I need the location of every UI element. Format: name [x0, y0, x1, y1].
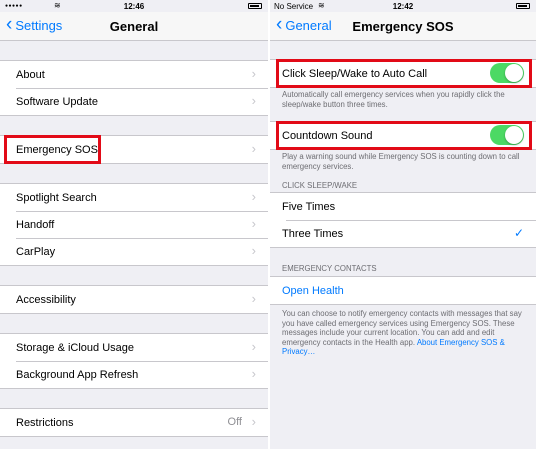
general-settings-screen: ●●●●● ≋ 12:46 ‹ Settings General About ›… [0, 0, 268, 449]
chevron-right-icon: › [251, 141, 256, 156]
settings-row-spotlight-search[interactable]: Spotlight Search › [0, 184, 268, 211]
navigation-bar: ‹ Settings General [0, 12, 268, 41]
row-label: Software Update [16, 95, 98, 108]
chevron-right-icon: › [251, 414, 256, 429]
auto-call-description: Automatically call emergency services wh… [282, 90, 505, 109]
section-header-contacts: EMERGENCY CONTACTS [282, 264, 377, 273]
page-title: General [109, 19, 159, 34]
status-time: 12:42 [392, 2, 414, 11]
navigation-bar: ‹ General Emergency SOS [270, 12, 536, 41]
status-bar: No Service ≋ 12:42 [270, 0, 536, 12]
row-label: Storage & iCloud Usage [16, 341, 135, 354]
row-label: Restrictions [16, 416, 74, 429]
settings-row-handoff[interactable]: Handoff › [0, 211, 268, 238]
chevron-right-icon: › [251, 339, 256, 354]
page-title: Emergency SOS [352, 19, 454, 34]
settings-row-emergency-sos[interactable]: Emergency SOS › [0, 136, 268, 163]
status-bar: ●●●●● ≋ 12:46 [0, 0, 268, 12]
group-contacts: Open Health [270, 276, 536, 305]
row-label: Handoff [16, 218, 55, 231]
restrictions-status: Off [227, 416, 242, 428]
row-label: Emergency SOS [16, 143, 98, 156]
countdown-sound-toggle[interactable] [490, 125, 524, 145]
option-five-times[interactable]: Five Times [270, 193, 536, 220]
battery-icon [248, 3, 262, 9]
chevron-right-icon: › [251, 216, 256, 231]
group-countdown: Countdown Sound [270, 121, 536, 150]
group-about: About › Software Update › [0, 60, 268, 116]
battery-icon [516, 3, 530, 9]
open-health-link[interactable]: Open Health [270, 277, 536, 304]
status-time: 12:46 [123, 2, 145, 11]
chevron-right-icon: › [251, 243, 256, 258]
row-label: Accessibility [16, 293, 76, 306]
row-label: About [16, 68, 45, 81]
contacts-description: You can choose to notify emergency conta… [282, 309, 526, 357]
settings-row-storage-icloud[interactable]: Storage & iCloud Usage › [0, 334, 268, 361]
option-label: Five Times [282, 200, 336, 213]
countdown-description: Play a warning sound while Emergency SOS… [282, 152, 520, 171]
settings-row-accessibility[interactable]: Accessibility › [0, 286, 268, 313]
group-click-count: Five Times Three Times ✓ [270, 192, 536, 248]
group-emergency: Emergency SOS › [0, 135, 268, 164]
option-label: Three Times [282, 227, 344, 240]
countdown-sound-label: Countdown Sound [282, 129, 373, 142]
countdown-sound-row: Countdown Sound [270, 122, 536, 149]
settings-row-about[interactable]: About › [0, 61, 268, 88]
section-header-click: CLICK SLEEP/WAKE [282, 181, 358, 190]
group-auto-call: Click Sleep/Wake to Auto Call [270, 59, 536, 88]
chevron-right-icon: › [251, 66, 256, 81]
group-accessibility: Accessibility › [0, 285, 268, 314]
settings-row-carplay[interactable]: CarPlay › [0, 238, 268, 265]
settings-row-restrictions[interactable]: Restrictions Off › [0, 409, 268, 436]
row-label: Spotlight Search [16, 191, 97, 204]
row-label: CarPlay [16, 245, 56, 258]
bottom-edge [0, 445, 268, 449]
open-health-label: Open Health [282, 284, 344, 297]
group-continuity: Spotlight Search › Handoff › CarPlay › [0, 183, 268, 266]
chevron-right-icon: › [251, 291, 256, 306]
emergency-sos-screen: No Service ≋ 12:42 ‹ General Emergency S… [270, 0, 536, 449]
auto-call-label: Click Sleep/Wake to Auto Call [282, 67, 428, 80]
toggle-knob [505, 64, 523, 82]
group-restrictions: Restrictions Off › [0, 408, 268, 437]
chevron-right-icon: › [251, 366, 256, 381]
settings-row-background-app-refresh[interactable]: Background App Refresh › [0, 361, 268, 388]
option-three-times[interactable]: Three Times ✓ [270, 220, 536, 247]
chevron-right-icon: › [251, 189, 256, 204]
settings-row-software-update[interactable]: Software Update › [0, 88, 268, 115]
auto-call-toggle[interactable] [490, 63, 524, 83]
toggle-knob [505, 126, 523, 144]
row-label: Background App Refresh [16, 368, 139, 381]
auto-call-row: Click Sleep/Wake to Auto Call [270, 60, 536, 87]
chevron-right-icon: › [251, 93, 256, 108]
checkmark-icon: ✓ [513, 226, 524, 240]
group-storage: Storage & iCloud Usage › Background App … [0, 333, 268, 389]
